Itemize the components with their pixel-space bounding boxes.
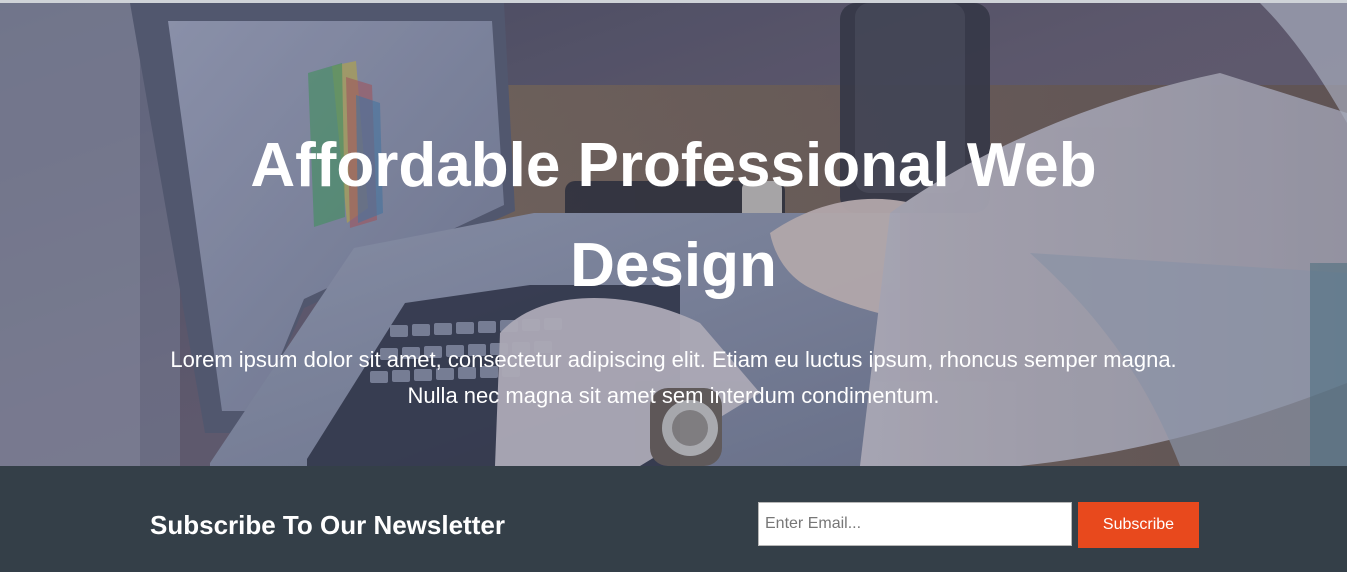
newsletter-title: Subscribe To Our Newsletter [150, 510, 505, 540]
hero-content: Affordable Professional Web Design Lorem… [0, 3, 1347, 414]
newsletter-form: Subscribe [758, 502, 1199, 548]
hero-title-line-1: Affordable Professional Web [250, 131, 1097, 200]
hero-description: Lorem ipsum dolor sit amet, consectetur … [170, 347, 1177, 408]
email-input[interactable] [758, 502, 1072, 546]
hero-title: Affordable Professional Web Design [0, 3, 1347, 316]
hero-title-line-2: Design [570, 231, 777, 300]
newsletter-section: Subscribe To Our Newsletter Subscribe [0, 466, 1347, 572]
subscribe-button[interactable]: Subscribe [1078, 502, 1199, 548]
hero-banner: Affordable Professional Web Design Lorem… [0, 3, 1347, 466]
